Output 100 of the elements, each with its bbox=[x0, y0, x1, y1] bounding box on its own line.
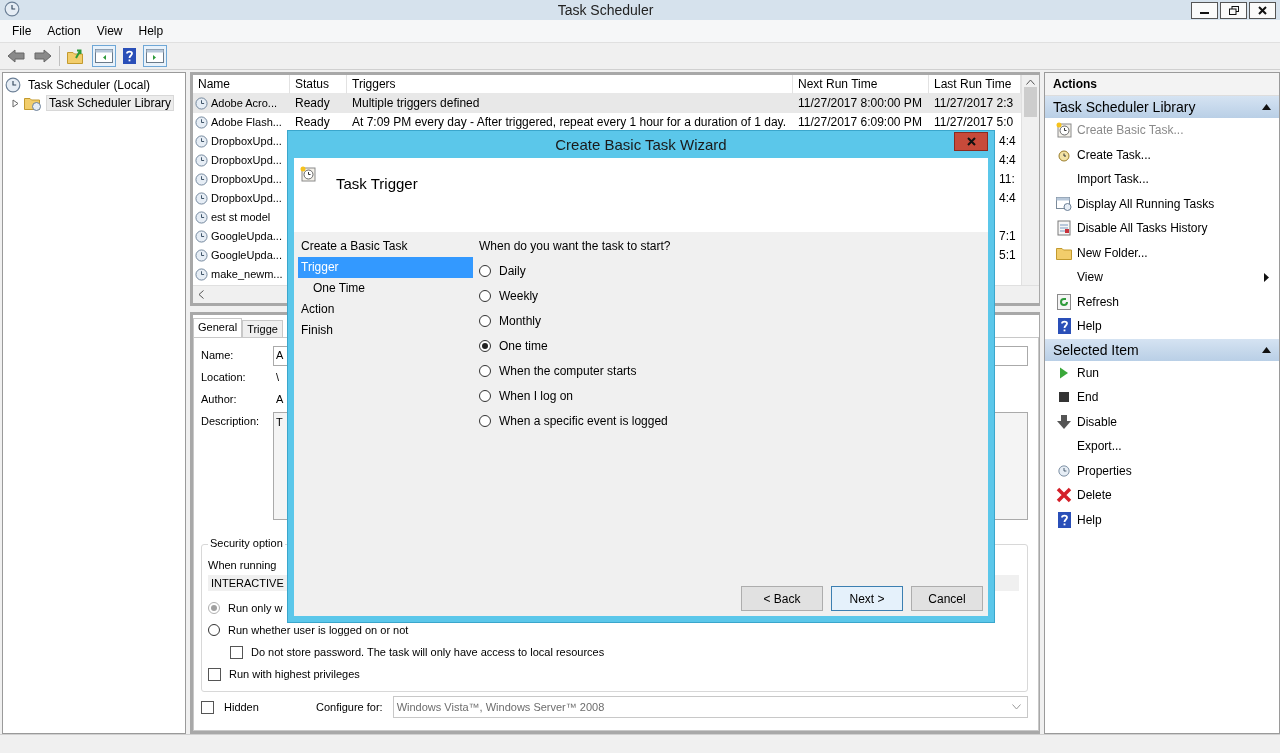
radio-button[interactable] bbox=[479, 314, 491, 327]
document-icon bbox=[1057, 220, 1071, 237]
table-cell: 11/27/2017 8:00:00 PM bbox=[798, 96, 922, 110]
clock-icon bbox=[195, 173, 208, 186]
table-cell-text: GoogleUpda... bbox=[211, 248, 282, 263]
tree-item[interactable]: Task Scheduler Library bbox=[46, 95, 175, 111]
command-item[interactable]: View bbox=[1045, 265, 1279, 290]
table-cell: 5:1 bbox=[999, 248, 1016, 262]
table-cell-text: DropboxUpd... bbox=[211, 153, 282, 168]
question-text: When do you want the task to start? bbox=[479, 238, 671, 255]
help-icon[interactable] bbox=[121, 45, 138, 67]
minimize-button[interactable] bbox=[1191, 1, 1218, 19]
command-item[interactable]: Import Task... bbox=[1045, 167, 1279, 192]
submenu-arrow-icon bbox=[1264, 272, 1269, 282]
wizard-step: Create a Basic Task bbox=[298, 236, 473, 257]
wizard-step: One Time bbox=[298, 278, 473, 299]
checkbox[interactable] bbox=[201, 700, 214, 714]
section-header[interactable]: Task Scheduler Library bbox=[1045, 96, 1279, 118]
section-header[interactable]: Selected Item bbox=[1045, 338, 1279, 361]
panel-toggle-icon[interactable] bbox=[92, 45, 116, 67]
table-cell: 7:1 bbox=[999, 229, 1016, 243]
help-icon bbox=[1057, 511, 1071, 528]
menu-item[interactable]: View bbox=[88, 24, 131, 38]
folder-icon bbox=[1056, 245, 1072, 260]
clock-icon bbox=[195, 249, 208, 262]
scroll-thumb[interactable] bbox=[1024, 87, 1037, 117]
field-label: Configure for: bbox=[316, 701, 383, 713]
command-item[interactable]: Run bbox=[1045, 360, 1279, 385]
command-item[interactable]: Help bbox=[1045, 314, 1279, 339]
table-row[interactable]: DropboxUpd... bbox=[193, 132, 290, 151]
table-row[interactable]: GoogleUpda... bbox=[193, 227, 290, 246]
radio-button[interactable] bbox=[479, 289, 491, 302]
scroll-up-icon[interactable] bbox=[1026, 79, 1035, 85]
vertical-scrollbar[interactable] bbox=[1021, 75, 1039, 285]
command-item[interactable]: Disable bbox=[1045, 409, 1279, 434]
panel-toggle-icon[interactable] bbox=[143, 45, 167, 67]
tab[interactable]: General bbox=[193, 318, 243, 337]
clock-star-icon bbox=[1056, 122, 1072, 139]
option-label: Daily bbox=[499, 263, 526, 278]
radio-button[interactable] bbox=[208, 624, 220, 636]
dialog-button[interactable]: Cancel bbox=[911, 586, 983, 611]
command-item[interactable]: Help bbox=[1045, 507, 1279, 532]
table-cell-text: est st model bbox=[211, 210, 271, 225]
command-item[interactable]: Export... bbox=[1045, 434, 1279, 459]
expand-arrow-icon[interactable] bbox=[11, 98, 20, 108]
command-item[interactable]: Display All Running Tasks bbox=[1045, 191, 1279, 216]
table-cell: At 7:09 PM every day - After triggered, repeat every 1 hour for a duration of 1 day. bbox=[352, 115, 786, 129]
option-label: One time bbox=[499, 338, 548, 353]
command-item[interactable]: Properties bbox=[1045, 458, 1279, 483]
field-label: Author: bbox=[201, 392, 238, 405]
clock-icon bbox=[195, 268, 208, 281]
table-row[interactable]: Adobe Acro... bbox=[193, 94, 290, 113]
table-cell-text: Adobe Acro... bbox=[211, 96, 278, 111]
command-item[interactable]: Delete bbox=[1045, 483, 1279, 508]
collapse-arrow-icon[interactable] bbox=[1262, 104, 1271, 110]
radio-button[interactable] bbox=[479, 339, 491, 352]
table-row[interactable]: DropboxUpd... bbox=[193, 189, 290, 208]
tab[interactable]: Trigge bbox=[242, 320, 283, 337]
radio-button[interactable] bbox=[479, 414, 491, 427]
radio-button[interactable] bbox=[479, 389, 491, 402]
clock-icon bbox=[195, 230, 208, 243]
radio-button[interactable] bbox=[479, 264, 491, 277]
wizard-step: Trigger bbox=[298, 257, 473, 278]
collapse-arrow-icon[interactable] bbox=[1262, 346, 1271, 353]
dialog-heading: Task Trigger bbox=[336, 174, 418, 192]
tree-item[interactable]: Task Scheduler (Local) bbox=[25, 77, 154, 93]
command-item[interactable]: Disable All Tasks History bbox=[1045, 216, 1279, 241]
table-row[interactable]: DropboxUpd... bbox=[193, 170, 290, 189]
table-row[interactable]: make_newm... bbox=[193, 265, 290, 284]
radio-button[interactable] bbox=[479, 364, 491, 377]
checkbox[interactable] bbox=[208, 667, 221, 681]
command-item[interactable]: Create Task... bbox=[1045, 142, 1279, 167]
clock-icon bbox=[195, 116, 208, 129]
table-row[interactable]: DropboxUpd... bbox=[193, 151, 290, 170]
command-item[interactable]: End bbox=[1045, 385, 1279, 410]
clock-icon bbox=[1058, 464, 1070, 477]
table-cell: 4:4 bbox=[999, 153, 1016, 167]
checkbox[interactable] bbox=[230, 645, 243, 659]
refresh-icon bbox=[1057, 293, 1071, 310]
command-item[interactable]: Refresh bbox=[1045, 289, 1279, 314]
scroll-left-icon[interactable] bbox=[198, 290, 204, 299]
dialog-button[interactable]: Next > bbox=[831, 586, 903, 611]
field-label: Name: bbox=[201, 348, 235, 361]
maximize-button[interactable] bbox=[1220, 1, 1247, 19]
table-row[interactable]: est st model bbox=[193, 208, 290, 227]
menu-item[interactable]: File bbox=[4, 24, 40, 38]
dropdown[interactable]: Windows Vista™, Windows Server™ 2008 bbox=[392, 696, 1028, 718]
table-row[interactable]: Adobe Flash... bbox=[193, 113, 290, 132]
dialog-button[interactable]: < Back bbox=[741, 586, 823, 611]
command-item[interactable]: New Folder... bbox=[1045, 240, 1279, 265]
dropdown-caret-icon bbox=[1012, 704, 1021, 710]
clock-icon bbox=[5, 77, 21, 93]
table-cell-text: DropboxUpd... bbox=[211, 172, 282, 187]
close-button[interactable] bbox=[1249, 1, 1276, 19]
menu-item[interactable]: Action bbox=[39, 24, 89, 38]
menu-item[interactable]: Help bbox=[130, 24, 172, 38]
table-row[interactable]: GoogleUpda... bbox=[193, 246, 290, 265]
table-cell-text: make_newm... bbox=[211, 267, 283, 282]
table-cell-text: Adobe Flash... bbox=[211, 115, 282, 130]
minimize-icon bbox=[1200, 12, 1209, 14]
